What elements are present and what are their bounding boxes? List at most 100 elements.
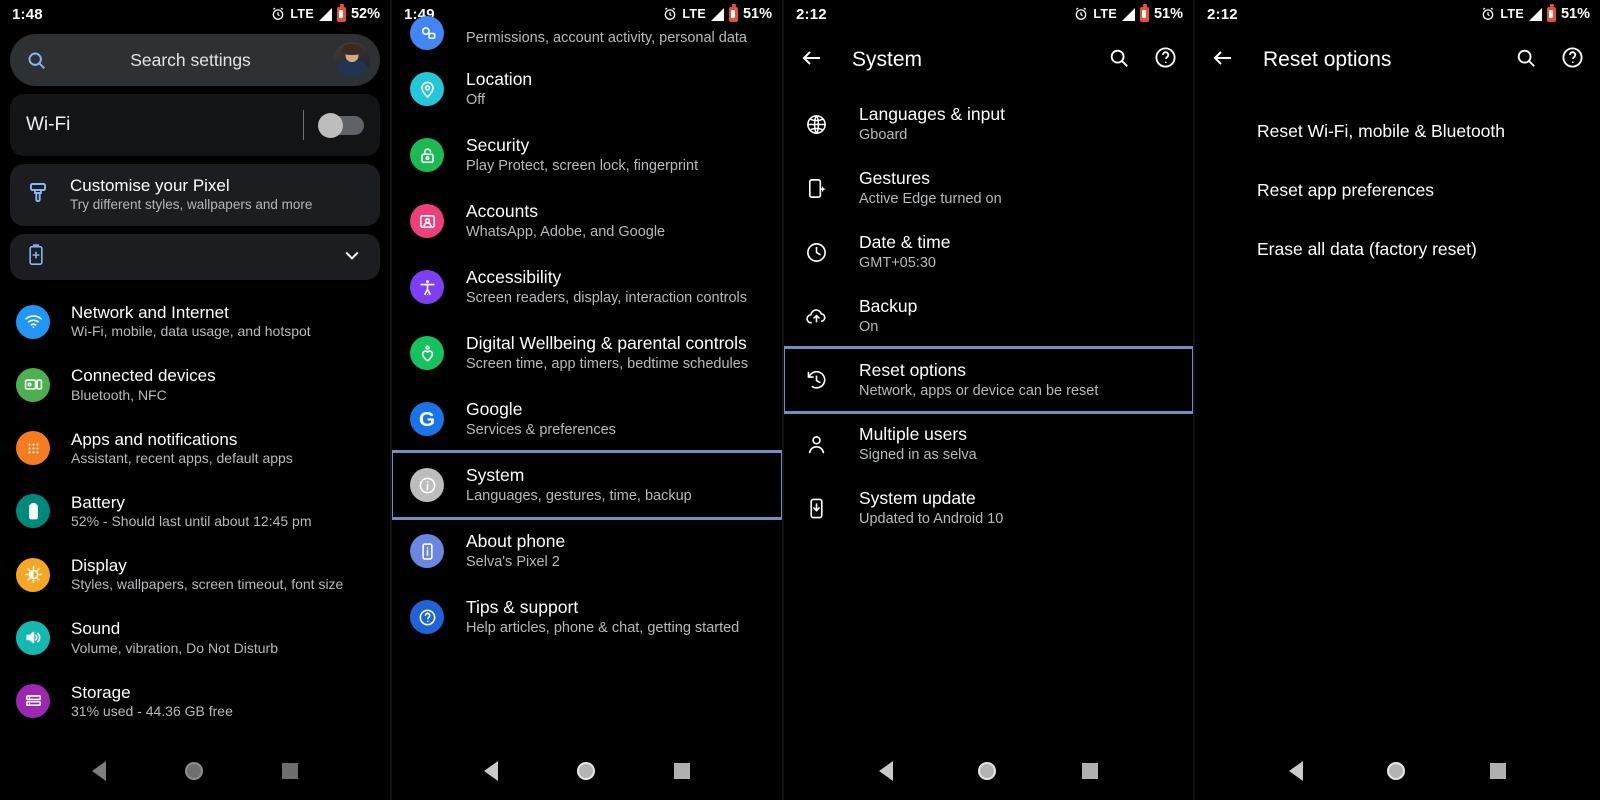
search-input[interactable]: Search settings bbox=[47, 50, 334, 71]
search-icon[interactable] bbox=[1108, 47, 1130, 74]
reset-option-item[interactable]: Reset app preferences bbox=[1195, 161, 1600, 220]
list-item-title: Gestures bbox=[859, 168, 930, 188]
nav-home-icon[interactable] bbox=[1387, 762, 1406, 780]
list-item-title: Security bbox=[466, 135, 530, 155]
list-item-title: Date & time bbox=[859, 232, 951, 252]
nav-recents-icon[interactable] bbox=[674, 763, 691, 779]
panel-settings-scrolled: 1:49 LTE 51% Permissions, account activi… bbox=[392, 0, 784, 800]
list-item[interactable]: Languages & input Gboard bbox=[784, 92, 1193, 156]
list-item-title: Digital Wellbeing & parental controls bbox=[466, 333, 747, 353]
wifi-card[interactable]: Wi-Fi bbox=[10, 94, 380, 156]
list-item[interactable]: Location Off bbox=[392, 56, 782, 122]
app-bar: System bbox=[784, 32, 1193, 88]
navigation-bar bbox=[1195, 742, 1600, 800]
list-item[interactable]: Backup On bbox=[784, 284, 1193, 348]
network-type: LTE bbox=[1500, 7, 1524, 21]
battery-saver-card[interactable] bbox=[10, 234, 380, 280]
list-item[interactable]: About phone Selva's Pixel 2 bbox=[392, 518, 782, 584]
battery-status-icon bbox=[1546, 4, 1556, 22]
avatar[interactable] bbox=[334, 42, 370, 78]
divider bbox=[303, 110, 304, 140]
list-item[interactable]: Date & time GMT+05:30 bbox=[784, 220, 1193, 284]
list-item[interactable]: Gestures Active Edge turned on bbox=[784, 156, 1193, 220]
list-item[interactable]: Battery 52% - Should last until about 12:… bbox=[0, 480, 390, 543]
list-item[interactable]: Storage 31% used - 44.36 GB free bbox=[0, 670, 390, 733]
alarm-icon bbox=[1481, 7, 1495, 21]
panel-settings-home: 1:48 LTE 52% Search settings Wi-Fi Custo… bbox=[0, 0, 392, 800]
list-item[interactable]: G Google Services & preferences bbox=[392, 386, 782, 452]
list-item-title: Google bbox=[466, 399, 523, 419]
list-item[interactable]: Network and Internet Wi-Fi, mobile, data … bbox=[0, 290, 390, 353]
nav-recents-icon[interactable] bbox=[1489, 763, 1506, 779]
list-item[interactable]: Display Styles, wallpapers, screen timeou… bbox=[0, 543, 390, 606]
list-item-title: Backup bbox=[859, 296, 918, 316]
list-item[interactable]: Multiple users Signed in as selva bbox=[784, 412, 1193, 476]
list-item[interactable]: System update Updated to Android 10 bbox=[784, 476, 1193, 540]
nav-back-icon[interactable] bbox=[483, 761, 498, 781]
list-item[interactable]: Security Play Protect, screen lock, finge… bbox=[392, 122, 782, 188]
search-bar[interactable]: Search settings bbox=[10, 34, 380, 86]
reset-option-item[interactable]: Reset Wi-Fi, mobile & Bluetooth bbox=[1195, 102, 1600, 161]
brightness-icon bbox=[16, 557, 50, 592]
list-item[interactable]: Tips & support Help articles, phone & cha… bbox=[392, 584, 782, 650]
nav-recents-icon[interactable] bbox=[282, 763, 299, 779]
svg-text:G: G bbox=[419, 408, 435, 431]
back-arrow-icon[interactable] bbox=[1211, 46, 1235, 75]
customise-title: Customise your Pixel bbox=[70, 176, 230, 195]
list-item-subtitle: Permissions, account activity, personal … bbox=[466, 29, 748, 46]
signal-strength-icon bbox=[318, 7, 332, 21]
status-bar: 1:48 LTE 52% bbox=[0, 0, 390, 28]
help-icon[interactable] bbox=[1561, 46, 1584, 74]
list-item[interactable]: Reset options Network, apps or device can… bbox=[784, 346, 1193, 414]
list-item-subtitle: Off bbox=[466, 91, 486, 108]
network-type: LTE bbox=[1093, 7, 1117, 21]
list-item-title: Languages & input bbox=[859, 104, 1005, 124]
list-item-subtitle: WhatsApp, Adobe, and Google bbox=[466, 223, 666, 240]
nav-back-icon[interactable] bbox=[91, 761, 106, 781]
list-item[interactable]: Connected devices Bluetooth, NFC bbox=[0, 353, 390, 416]
list-item[interactable]: Accessibility Screen readers, display, in… bbox=[392, 254, 782, 320]
status-bar: 2:12 LTE 51% bbox=[1195, 0, 1600, 28]
customise-pixel-card[interactable]: Customise your Pixel Try different style… bbox=[10, 164, 380, 226]
nav-back-icon[interactable] bbox=[878, 761, 893, 781]
list-item-title: Accessibility bbox=[466, 267, 562, 287]
settings-list: Network and Internet Wi-Fi, mobile, data … bbox=[0, 280, 390, 733]
back-arrow-icon[interactable] bbox=[800, 46, 824, 75]
list-item[interactable]: Digital Wellbeing & parental controls Scr… bbox=[392, 320, 782, 386]
nav-back-icon[interactable] bbox=[1289, 761, 1304, 781]
storage-icon bbox=[16, 684, 50, 719]
privacy-icon bbox=[410, 16, 444, 50]
list-item-subtitle: Languages, gestures, time, backup bbox=[466, 487, 692, 504]
alarm-icon bbox=[663, 7, 677, 21]
battery-percent: 52% bbox=[350, 6, 380, 22]
list-item-subtitle: Gboard bbox=[859, 126, 908, 143]
panel-reset-options: 2:12 LTE 51% Reset options Reset Wi-Fi, … bbox=[1195, 0, 1600, 800]
list-item-subtitle: 52% - Should last until about 12:45 pm bbox=[71, 513, 312, 529]
list-item-subtitle: Network, apps or device can be reset bbox=[859, 382, 1099, 399]
list-item-subtitle: Bluetooth, NFC bbox=[71, 386, 167, 403]
location-pin-icon bbox=[410, 72, 444, 106]
devices-icon bbox=[16, 367, 50, 402]
account-card-icon bbox=[410, 204, 444, 238]
help-icon[interactable] bbox=[1154, 46, 1177, 74]
nav-home-icon[interactable] bbox=[978, 762, 997, 780]
list-item[interactable]: Accounts WhatsApp, Adobe, and Google bbox=[392, 188, 782, 254]
volume-icon bbox=[16, 620, 50, 655]
wifi-toggle[interactable] bbox=[318, 112, 364, 138]
navigation-bar bbox=[392, 742, 782, 800]
list-item-subtitle: GMT+05:30 bbox=[859, 254, 936, 271]
list-item-subtitle: Screen readers, display, interaction con… bbox=[466, 289, 748, 306]
list-item-subtitle: Wi-Fi, mobile, data usage, and hotspot bbox=[71, 323, 311, 340]
list-item-partial[interactable]: Permissions, account activity, personal … bbox=[392, 16, 782, 56]
reset-option-item[interactable]: Erase all data (factory reset) bbox=[1195, 220, 1600, 279]
list-item[interactable]: Sound Volume, vibration, Do Not Disturb bbox=[0, 606, 390, 669]
search-icon[interactable] bbox=[1515, 47, 1537, 74]
nav-home-icon[interactable] bbox=[576, 762, 595, 780]
chevron-down-icon[interactable] bbox=[342, 245, 362, 270]
nav-home-icon[interactable] bbox=[184, 762, 203, 780]
list-item[interactable]: Apps and notifications Assistant, recent … bbox=[0, 417, 390, 480]
nav-recents-icon[interactable] bbox=[1082, 763, 1099, 779]
list-item[interactable]: System Languages, gestures, time, backup bbox=[392, 450, 782, 520]
apps-grid-icon bbox=[16, 431, 50, 466]
list-item-subtitle: 31% used - 44.36 GB free bbox=[71, 702, 233, 719]
